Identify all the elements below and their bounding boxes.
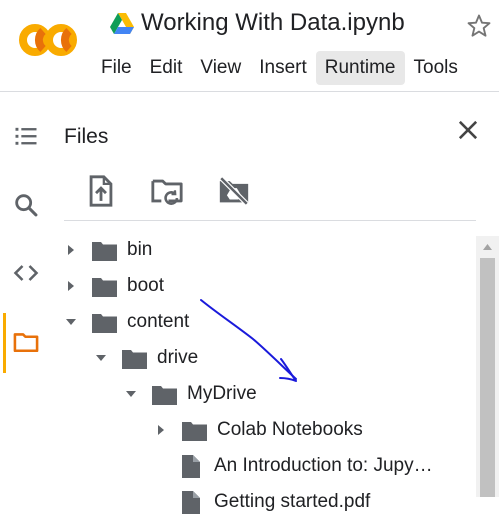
tree-row-colab-notebooks[interactable]: Colab Notebooks — [154, 412, 363, 448]
menu-bar: File Edit View Insert Runtime Tools — [92, 50, 467, 86]
scrollbar-thumb[interactable] — [480, 258, 495, 497]
chevron-right-icon[interactable] — [64, 279, 78, 293]
chevron-right-icon[interactable] — [154, 423, 168, 437]
search-icon[interactable] — [12, 191, 40, 219]
close-icon[interactable] — [454, 116, 482, 144]
files-panel-title: Files — [64, 125, 109, 148]
colab-logo[interactable] — [17, 20, 79, 60]
folder-icon — [122, 349, 147, 369]
code-snippets-icon[interactable] — [12, 259, 40, 287]
tree-label: An Introduction to: Jupy… — [214, 455, 433, 476]
menu-tools[interactable]: Tools — [405, 51, 467, 85]
file-icon — [182, 454, 200, 478]
folder-icon — [92, 313, 117, 333]
folder-icon — [152, 385, 177, 405]
notebook-title[interactable]: Working With Data.ipynb — [141, 9, 405, 37]
tree-row-intro-notebook[interactable]: An Introduction to: Jupy… — [154, 448, 433, 484]
menu-runtime[interactable]: Runtime — [315, 51, 405, 85]
chevron-right-icon[interactable] — [64, 243, 78, 257]
menu-view[interactable]: View — [191, 51, 250, 85]
menu-file[interactable]: File — [92, 51, 141, 85]
tree-label: drive — [157, 347, 199, 368]
star-outline-icon[interactable] — [465, 12, 493, 40]
tree-row-drive[interactable]: drive — [94, 340, 198, 376]
table-of-contents-icon[interactable] — [12, 122, 40, 150]
folder-icon — [92, 277, 117, 297]
tree-row-bin[interactable]: bin — [64, 232, 152, 268]
files-folder-icon[interactable] — [12, 328, 40, 356]
upload-file-icon[interactable] — [84, 174, 118, 208]
tree-label: bin — [127, 239, 153, 260]
tree-label: boot — [127, 275, 164, 296]
folder-icon — [92, 241, 117, 261]
file-icon — [182, 490, 200, 514]
tree-row-getting-started[interactable]: Getting started.pdf — [154, 484, 370, 520]
menu-insert[interactable]: Insert — [250, 51, 316, 85]
folder-icon — [182, 421, 207, 441]
header-divider — [0, 91, 499, 92]
tree-label: Colab Notebooks — [217, 419, 363, 440]
rail-active-indicator — [3, 313, 6, 373]
tree-label: Getting started.pdf — [214, 491, 371, 512]
chevron-down-icon[interactable] — [94, 351, 108, 365]
menu-edit[interactable]: Edit — [141, 51, 192, 85]
scroll-up-arrow-icon[interactable] — [476, 236, 499, 258]
google-drive-icon[interactable] — [110, 13, 134, 35]
chevron-down-icon[interactable] — [64, 315, 78, 329]
annotation-arrow — [200, 299, 297, 382]
unmount-drive-icon[interactable] — [217, 174, 251, 208]
chevron-down-icon[interactable] — [124, 387, 138, 401]
tree-row-content[interactable]: content — [64, 304, 189, 340]
tree-label: content — [127, 311, 190, 332]
panel-divider — [64, 220, 476, 221]
refresh-folder-icon[interactable] — [150, 174, 184, 208]
tree-row-boot[interactable]: boot — [64, 268, 164, 304]
